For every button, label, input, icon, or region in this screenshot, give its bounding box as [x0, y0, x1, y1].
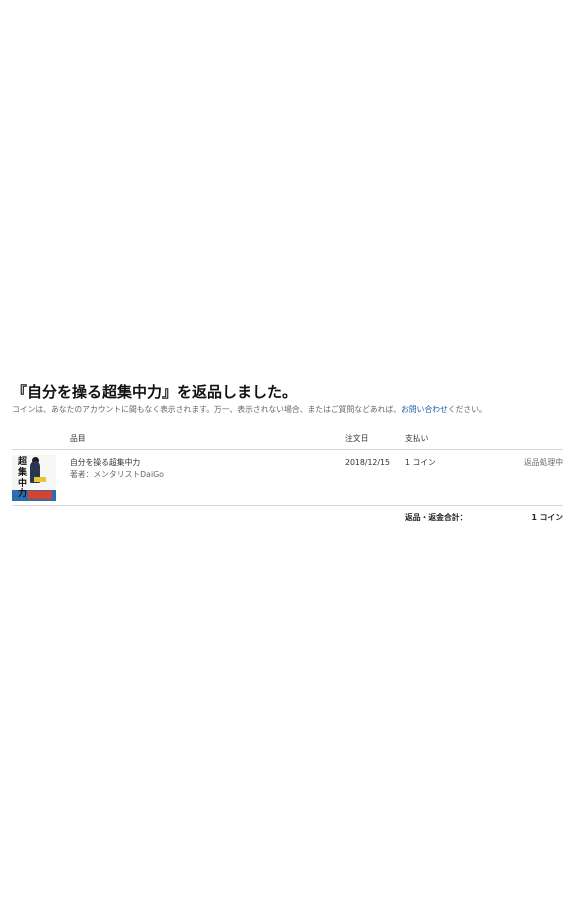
return-confirmation: 『自分を操る超集中力』を返品しました。 コインは、あなたのアカウントに間もなく表…: [12, 380, 563, 526]
header-item: 品目: [70, 434, 86, 443]
payment-amount: 1 コイン: [405, 458, 436, 467]
item-cell: 自分を操る超集中力 著者：メンタリストDaiGo: [70, 457, 164, 481]
table-header: 品目 注文日 支払い: [12, 430, 563, 450]
refund-total-label: 返品・返金合計：: [405, 513, 468, 522]
header-order-date: 注文日: [345, 434, 369, 443]
header-payment: 支払い: [405, 434, 429, 443]
refund-summary: 返品・返金合計： 1 コイン: [12, 506, 563, 526]
page-title: 『自分を操る超集中力』を返品しました。: [12, 383, 298, 401]
cover-badge: [34, 477, 46, 482]
book-cover[interactable]: 超 集 中 力: [12, 455, 56, 501]
item-title[interactable]: 自分を操る超集中力: [70, 457, 164, 469]
returned-items-table: 品目 注文日 支払い 超 集 中 力 自分を操る超集中力 著者：メンタリストDa…: [12, 430, 563, 526]
cover-char: 超: [18, 457, 28, 467]
return-notice: コインは、あなたのアカウントに間もなく表示されます。万一、表示されない場合、また…: [12, 404, 563, 416]
order-date: 2018/12/15: [345, 458, 390, 467]
notice-text: コインは、あなたのアカウントに間もなく表示されます。万一、表示されない場合、また…: [12, 405, 402, 414]
table-row: 超 集 中 力 自分を操る超集中力 著者：メンタリストDaiGo 2018/12…: [12, 450, 563, 506]
refund-total-value: 1 コイン: [531, 513, 563, 522]
cover-ribbon: [28, 491, 52, 499]
cover-char: 集: [18, 468, 28, 478]
return-status: 返品処理中: [524, 458, 563, 467]
item-author: 著者：メンタリストDaiGo: [70, 470, 164, 479]
contact-link[interactable]: お問い合わせ: [401, 405, 448, 414]
cover-char: 力: [18, 489, 28, 499]
notice-text-end: ください。: [447, 405, 487, 414]
